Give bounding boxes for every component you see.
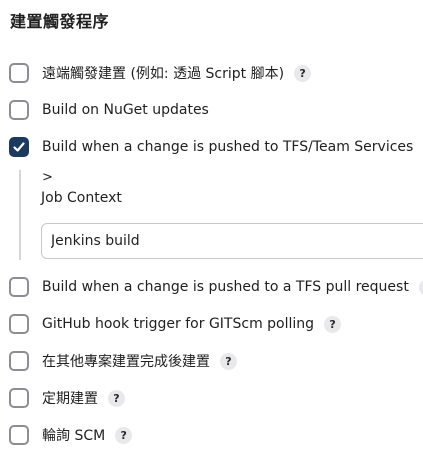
trigger-label: GitHub hook trigger for GITScm polling [42, 316, 315, 332]
trigger-tfs-push: Build when a change is pushed to TFS/Tea… [9, 135, 423, 159]
checkbox-after-other-projects[interactable] [9, 351, 29, 371]
checkbox-periodic-build[interactable] [9, 388, 29, 408]
checkbox-tfs-push[interactable] [9, 137, 29, 157]
checkbox-poll-scm[interactable] [9, 425, 29, 445]
trigger-label: 輪詢 SCM [42, 428, 106, 444]
checkbox-tfs-pull-request[interactable] [9, 277, 29, 297]
trigger-after-other-projects: 在其他專案建置完成後建置 ? [9, 349, 237, 373]
checkbox-nuget-updates[interactable] [9, 100, 29, 120]
checkbox-remote-trigger[interactable] [9, 63, 29, 83]
help-icon[interactable]: ? [324, 315, 342, 333]
help-icon[interactable]: ? [220, 352, 237, 370]
trigger-nuget: Build on NuGet updates [9, 98, 209, 122]
trigger-github-hook: GitHub hook trigger for GITScm polling ? [9, 312, 342, 336]
chevron-right-icon[interactable]: > [42, 170, 53, 185]
section-title: 建置觸發程序 [10, 12, 110, 31]
checkmark-icon [13, 142, 25, 152]
trigger-label: 在其他專案建置完成後建置 [42, 354, 210, 370]
trigger-label: 定期建置 [42, 391, 98, 407]
trigger-label: Build on NuGet updates [42, 102, 209, 118]
checkbox-github-hook[interactable] [9, 314, 29, 334]
trigger-remote: 遠端觸發建置 (例如: 透過 Script 腳本) ? [9, 61, 312, 85]
trigger-label: Build when a change is pushed to a TFS p… [42, 279, 409, 295]
help-icon[interactable]: ? [294, 64, 312, 82]
trigger-tfs-pull-request: Build when a change is pushed to a TFS p… [9, 275, 423, 299]
trigger-periodic: 定期建置 ? [9, 386, 125, 410]
job-context-input[interactable] [41, 223, 423, 259]
trigger-label: 遠端觸發建置 (例如: 透過 Script 腳本) [42, 66, 285, 82]
trigger-poll-scm: 輪詢 SCM ? [9, 423, 133, 447]
help-icon[interactable]: ? [115, 426, 133, 444]
nested-options-bar [19, 170, 21, 260]
help-icon[interactable]: ? [418, 278, 423, 296]
job-context-label: Job Context [41, 190, 122, 206]
help-icon[interactable]: ? [108, 389, 125, 407]
trigger-label: Build when a change is pushed to TFS/Tea… [42, 139, 414, 155]
